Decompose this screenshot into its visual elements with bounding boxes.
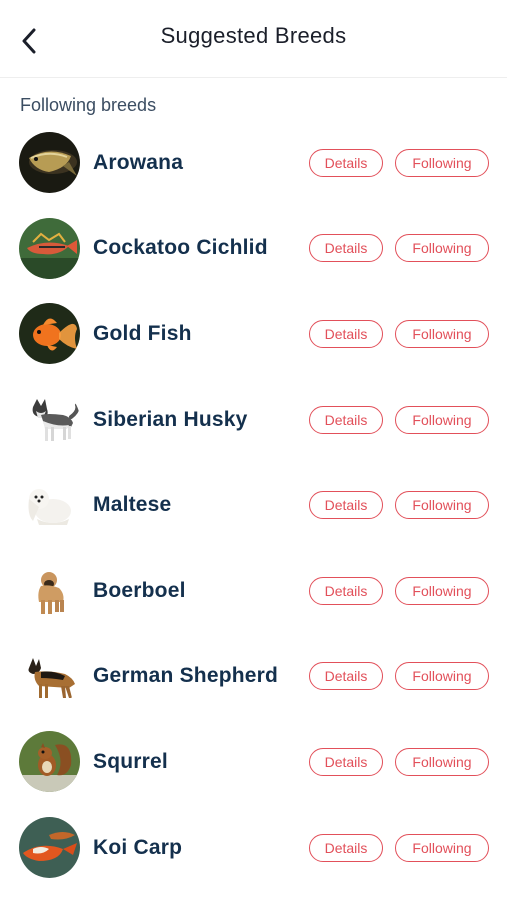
details-button[interactable]: Details [309, 833, 383, 862]
details-button[interactable]: Details [309, 491, 383, 520]
list-item: Arowana Details Following [0, 120, 507, 206]
chevron-left-icon [22, 28, 36, 54]
details-button[interactable]: Details [309, 148, 383, 177]
details-button[interactable]: Details [309, 405, 383, 434]
following-button[interactable]: Following [395, 234, 489, 263]
following-button[interactable]: Following [395, 148, 489, 177]
following-button[interactable]: Following [395, 319, 489, 348]
back-button[interactable] [14, 24, 44, 58]
list-item: Siberian Husky Details Following [0, 377, 507, 463]
breed-name: Siberian Husky [93, 407, 248, 431]
list-item: Koi Carp Details Following [0, 805, 507, 891]
details-button[interactable]: Details [309, 747, 383, 776]
breed-list: Arowana Details Following Cockatoo Cichl… [0, 120, 507, 890]
breed-name: Boerboel [93, 578, 186, 602]
list-item: German Shepherd Details Following [0, 634, 507, 720]
following-button[interactable]: Following [395, 491, 489, 520]
maltese-dog-photo [19, 474, 80, 536]
details-button[interactable]: Details [309, 319, 383, 348]
list-item: Boerboel Details Following [0, 548, 507, 634]
cichlid-fish-photo [19, 217, 80, 279]
german-shepherd-photo [19, 645, 80, 707]
arowana-fish-photo [19, 132, 80, 194]
boerboel-dog-photo [19, 560, 80, 622]
list-item: Gold Fish Details Following [0, 291, 507, 377]
details-button[interactable]: Details [309, 662, 383, 691]
section-label: Following breeds [20, 95, 157, 115]
breed-name: Gold Fish [93, 321, 192, 345]
details-button[interactable]: Details [309, 576, 383, 605]
koi-carp-photo [19, 817, 80, 879]
list-item: Cockatoo Cichlid Details Following [0, 206, 507, 292]
app-header: Suggested Breeds [0, 0, 507, 78]
following-button[interactable]: Following [395, 576, 489, 605]
following-button[interactable]: Following [395, 747, 489, 776]
page-title: Suggested Breeds [160, 22, 347, 48]
breed-name: Koi Carp [93, 835, 183, 859]
husky-dog-photo [19, 389, 80, 451]
following-button[interactable]: Following [395, 662, 489, 691]
breed-name: Squrrel [93, 749, 168, 773]
squirrel-photo [19, 731, 80, 793]
breed-name: Cockatoo Cichlid [93, 236, 268, 260]
breed-name: Maltese [93, 493, 172, 517]
following-button[interactable]: Following [395, 405, 489, 434]
breed-name: Arowana [93, 150, 184, 174]
breed-name: German Shepherd [93, 664, 279, 688]
list-item: Squrrel Details Following [0, 719, 507, 805]
goldfish-photo [19, 303, 80, 365]
details-button[interactable]: Details [309, 234, 383, 263]
following-button[interactable]: Following [395, 833, 489, 862]
list-item: Maltese Details Following [0, 462, 507, 548]
